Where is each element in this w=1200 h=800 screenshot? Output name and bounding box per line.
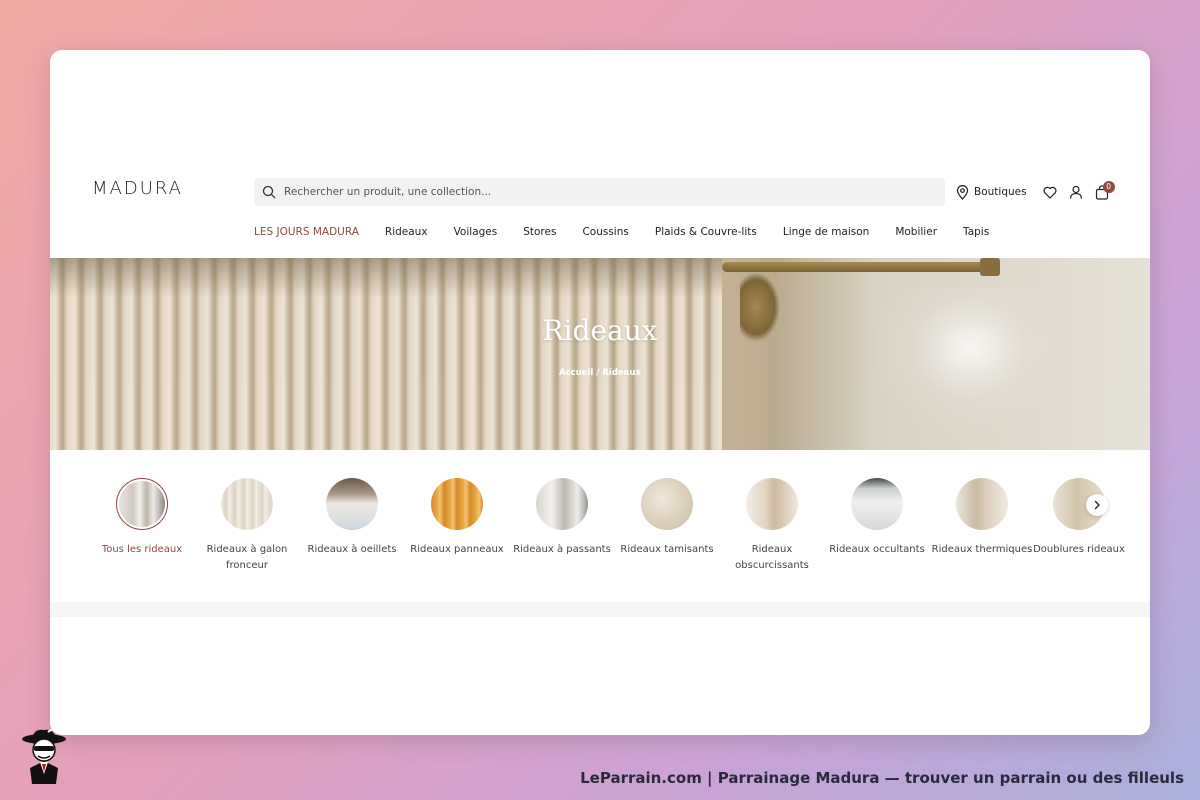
category-label: Rideaux thermiques — [931, 544, 1033, 555]
category-item-rideaux-oeillets[interactable]: Rideaux à oeillets — [300, 478, 404, 558]
breadcrumb: Accueil / Rideaux — [50, 368, 1150, 378]
category-label: Rideaux obscurcissants — [735, 544, 809, 571]
category-item-rideaux-obscurcissants[interactable]: Rideaux obscurcissants — [720, 478, 824, 574]
boutiques-label: Boutiques — [974, 186, 1027, 198]
account-button[interactable] — [1069, 185, 1083, 199]
category-label: Rideaux à galon fronceur — [206, 544, 288, 571]
category-item-tous-les-rideaux[interactable]: Tous les rideaux — [90, 478, 194, 558]
category-label: Rideaux panneaux — [410, 544, 504, 555]
hero-curtain-rod — [722, 262, 1000, 272]
nav-item-linge-de-maison[interactable]: Linge de maison — [783, 226, 869, 238]
nav-item-mobilier[interactable]: Mobilier — [895, 226, 937, 238]
breadcrumb-current: Rideaux — [602, 368, 641, 378]
category-thumbnail — [536, 478, 588, 530]
wishlist-button[interactable] — [1043, 186, 1057, 199]
chevron-right-icon — [1094, 500, 1100, 510]
leparrain-mascot-logo — [22, 728, 66, 784]
nav-item-les-jours-madura[interactable]: LES JOURS MADURA — [254, 226, 359, 238]
header-tools: Boutiques 0 — [956, 180, 1115, 203]
category-item-rideaux-passants[interactable]: Rideaux à passants — [510, 478, 614, 558]
location-pin-icon — [956, 184, 969, 200]
page-title: Rideaux — [542, 314, 658, 347]
category-thumbnail — [116, 478, 168, 530]
category-thumbnail — [746, 478, 798, 530]
cart-button[interactable]: 0 — [1095, 180, 1115, 200]
nav-item-plaids-couvre-lits[interactable]: Plaids & Couvre-lits — [655, 226, 757, 238]
category-label: Rideaux à oeillets — [307, 544, 397, 555]
nav-item-rideaux[interactable]: Rideaux — [385, 226, 428, 238]
search-input[interactable] — [282, 185, 886, 199]
nav-item-voilages[interactable]: Voilages — [454, 226, 498, 238]
heart-icon — [1043, 186, 1057, 199]
category-thumbnail — [326, 478, 378, 530]
category-thumbnail — [221, 478, 273, 530]
nav-item-stores[interactable]: Stores — [523, 226, 556, 238]
footer-caption: LeParrain.com | Parrainage Madura — trou… — [580, 769, 1184, 787]
category-label: Rideaux à passants — [513, 544, 611, 555]
category-thumbnail — [851, 478, 903, 530]
hero-curtain-image — [50, 258, 722, 450]
category-thumbnail — [641, 478, 693, 530]
category-thumbnail — [956, 478, 1008, 530]
category-item-rideaux-thermiques[interactable]: Rideaux thermiques — [930, 478, 1034, 558]
nav-item-tapis[interactable]: Tapis — [963, 226, 989, 238]
category-label: Rideaux tamisants — [620, 544, 714, 555]
madura-logo[interactable]: MADURA — [92, 178, 183, 199]
hero-rod-end — [980, 258, 1000, 276]
category-item-rideaux-occultants[interactable]: Rideaux occultants — [825, 478, 929, 558]
category-label: Doublures rideaux — [1033, 544, 1125, 555]
user-icon — [1069, 185, 1082, 199]
search-bar[interactable] — [254, 178, 945, 206]
main-nav: LES JOURS MADURA Rideaux Voilages Stores… — [254, 226, 1015, 238]
breadcrumb-home-link[interactable]: Accueil — [559, 368, 593, 378]
category-label: Tous les rideaux — [101, 544, 183, 555]
category-label: Rideaux occultants — [829, 544, 925, 555]
hero-banner: Rideaux Accueil / Rideaux — [50, 258, 1150, 450]
search-icon — [262, 185, 276, 199]
category-thumbnail — [431, 478, 483, 530]
nav-item-coussins[interactable]: Coussins — [582, 226, 628, 238]
section-divider — [50, 602, 1150, 617]
boutiques-button[interactable]: Boutiques — [956, 184, 1027, 200]
carousel-next-button[interactable] — [1086, 494, 1108, 516]
category-item-rideaux-tamisants[interactable]: Rideaux tamisants — [615, 478, 719, 558]
category-item-rideaux-galon-fronceur[interactable]: Rideaux à galon fronceur — [195, 478, 299, 574]
category-item-doublures-rideaux[interactable]: Doublures rideaux — [1027, 478, 1131, 558]
category-item-rideaux-panneaux[interactable]: Rideaux panneaux — [405, 478, 509, 558]
hero-ornament-image — [870, 288, 1070, 438]
browser-window: MADURA Boutiques — [50, 50, 1150, 735]
cart-count-badge: 0 — [1102, 180, 1115, 193]
category-carousel: Tous les rideaux Rideaux à galon fronceu… — [90, 478, 1130, 578]
